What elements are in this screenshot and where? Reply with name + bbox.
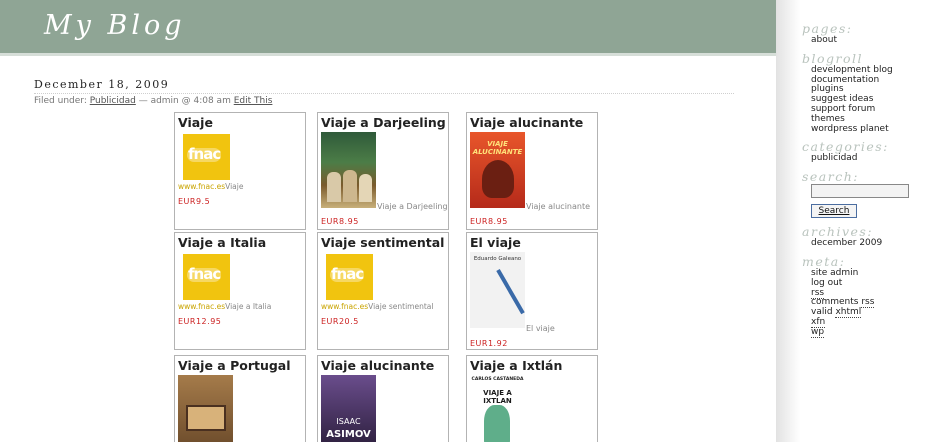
product-caption: www.fnac.esViaje sentimental (321, 302, 433, 311)
product-title[interactable]: Viaje a Portugal (178, 358, 291, 373)
product-caption: www.fnac.esViaje (178, 182, 243, 191)
post-byline: — admin @ 4:08 am (138, 96, 231, 106)
meta-item-xfn: xfn (811, 316, 930, 328)
search-button[interactable]: Search (811, 204, 857, 219)
fnac-logo-icon[interactable]: fnac (183, 134, 230, 180)
product-card[interactable]: Viaje fnac www.fnac.esViaje EUR9.5 (174, 112, 306, 230)
product-caption: www.fnac.esViaje a Italia (178, 302, 271, 311)
post-divider (34, 93, 734, 94)
meta-comments-label[interactable]: comments (811, 297, 858, 307)
product-price: EUR20.5 (321, 317, 359, 326)
category-link[interactable]: Publicidad (90, 96, 136, 106)
product-title[interactable]: Viaje sentimental (321, 235, 444, 250)
sidebar: pages: about blogroll development blog d… (802, 22, 930, 344)
product-card[interactable]: Viaje a Portugal (174, 355, 306, 442)
fnac-url: www.fnac.es (178, 302, 226, 311)
product-caption-text: Viaje a Italia (225, 302, 272, 311)
product-price: EUR12.95 (178, 317, 222, 326)
product-card[interactable]: Viaje alucinante VIAJE ALUCINANTE Viaje … (466, 112, 598, 230)
product-caption: Viaje alucinante (526, 202, 591, 211)
categories-list: publicidad (802, 154, 930, 164)
product-title[interactable]: Viaje alucinante (470, 115, 583, 130)
fnac-logo-icon[interactable]: fnac (326, 254, 373, 300)
meta-link-xhtml[interactable]: xhtml (835, 307, 862, 319)
darjeeling-cover-image[interactable] (321, 132, 376, 208)
edit-link[interactable]: Edit This (234, 96, 273, 106)
sidebar-shadow (776, 0, 800, 442)
fnac-logo-text: fnac (188, 145, 221, 163)
sidebar-heading-categories: categories: (802, 139, 889, 155)
cover-author: CARLOS CASTANEDA (471, 377, 524, 382)
cover-author-last: ASIMOV (326, 429, 371, 440)
cover-author-first: ISAAC (336, 417, 361, 426)
product-caption-text: Viaje (225, 182, 244, 191)
fnac-logo-text: fnac (331, 265, 364, 283)
cover-title: VIAJE ALUCINANTE (472, 140, 523, 156)
product-price: EUR8.95 (321, 217, 359, 226)
fnac-logo-icon[interactable]: fnac (183, 254, 230, 300)
page-link-about[interactable]: about (811, 35, 930, 46)
fnac-url: www.fnac.es (178, 182, 226, 191)
fnac-logo-text: fnac (188, 265, 221, 283)
blog-header: My Blog (0, 0, 776, 56)
meta-item-wp: wp (811, 326, 930, 338)
search-input[interactable] (811, 184, 909, 199)
galeano-cover-image[interactable]: Eduardo Galeano (470, 252, 525, 328)
meta-valid-label[interactable]: valid (811, 307, 833, 317)
blog-title[interactable]: My Blog (44, 10, 186, 41)
product-card[interactable]: Viaje a Italia fnac www.fnac.esViaje a I… (174, 232, 306, 350)
filed-under-label: Filed under: (34, 96, 87, 106)
sidebar-heading-search: search: (802, 169, 860, 185)
portugal-cover-image[interactable] (178, 375, 233, 442)
meta-link-log-out[interactable]: log out (811, 278, 930, 289)
blogroll-list: development blog documentation plugins s… (802, 65, 930, 135)
product-card[interactable]: Viaje alucinante ISAAC ASIMOV (317, 355, 449, 442)
product-price: EUR1.92 (470, 339, 508, 348)
product-card[interactable]: Viaje sentimental fnac www.fnac.esViaje … (317, 232, 449, 350)
meta-link-comments-rss[interactable]: rss (861, 297, 875, 309)
archives-list: december 2009 (802, 238, 930, 249)
product-title[interactable]: Viaje alucinante (321, 358, 434, 373)
meta-list: site admin log out rss comments rss vali… (802, 268, 930, 338)
product-card[interactable]: El viaje Eduardo Galeano El viaje EUR1.9… (466, 232, 598, 350)
product-title[interactable]: Viaje a Ixtlán (470, 358, 562, 373)
category-link-publicidad[interactable]: publicidad (811, 154, 930, 164)
product-caption-text: Viaje sentimental (368, 302, 434, 311)
product-title[interactable]: Viaje a Italia (178, 235, 266, 250)
cover-author: Eduardo Galeano (473, 256, 522, 262)
post-meta: Filed under: Publicidad — admin @ 4:08 a… (34, 96, 272, 106)
ixtlan-cover-image[interactable]: CARLOS CASTANEDA VIAJE A IXTLAN (470, 375, 525, 442)
meta-item-valid-xhtml: valid xhtml (811, 307, 930, 319)
sidebar-heading-pages: pages: (802, 21, 853, 36)
sidebar-heading-archives: archives: (802, 224, 874, 240)
post-date: December 18, 2009 (34, 78, 170, 91)
product-caption: Viaje a Darjeeling (377, 202, 448, 211)
product-price: EUR9.5 (178, 197, 211, 206)
cover-title: VIAJE A IXTLAN (483, 389, 512, 405)
sidebar-heading-meta: meta: (802, 253, 846, 269)
asimov-cover-image[interactable]: ISAAC ASIMOV (321, 375, 376, 442)
archive-link-december-2009[interactable]: december 2009 (811, 238, 930, 249)
meta-link-wp[interactable]: wp (811, 326, 825, 338)
pages-list: about (802, 35, 930, 46)
product-price: EUR8.95 (470, 217, 508, 226)
product-caption: El viaje (526, 324, 555, 333)
product-title[interactable]: Viaje (178, 115, 213, 130)
product-card[interactable]: Viaje a Ixtlán CARLOS CASTANEDA VIAJE A … (466, 355, 598, 442)
product-title[interactable]: El viaje (470, 235, 521, 250)
blogroll-link[interactable]: wordpress planet (811, 124, 930, 135)
product-card[interactable]: Viaje a Darjeeling Viaje a Darjeeling EU… (317, 112, 449, 230)
alucinante-cover-image[interactable]: VIAJE ALUCINANTE (470, 132, 525, 208)
fnac-url: www.fnac.es (321, 302, 369, 311)
product-title[interactable]: Viaje a Darjeeling (321, 115, 446, 130)
sidebar-heading-blogroll: blogroll (802, 50, 864, 66)
